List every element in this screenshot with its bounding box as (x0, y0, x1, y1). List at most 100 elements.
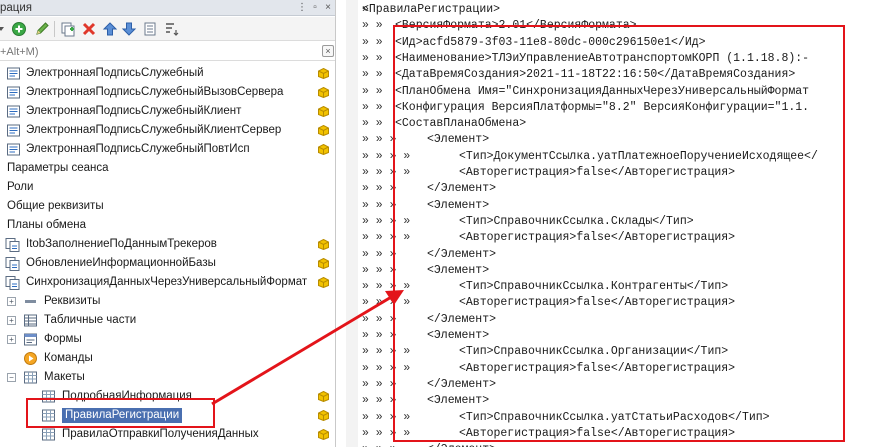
expand-icon[interactable]: + (7, 316, 16, 325)
code-line: <Тип>ДокументСсылка.уатПлатежноеПоручени… (459, 149, 818, 163)
code-line: <Авторегистрация>false</Авторегистрация> (459, 361, 736, 375)
attributes-icon (23, 294, 38, 309)
indent-marker: » » » » (362, 426, 411, 440)
template-icon (41, 408, 56, 423)
code-line: <Элемент> (427, 133, 490, 147)
code-line: <Элемент> (427, 263, 490, 277)
support-cube-icon (318, 125, 329, 136)
indent-marker: » » » » (362, 361, 411, 375)
move-down-icon[interactable] (120, 20, 138, 38)
code-line: <Конфигурация ВерсияПлатформы="8.2" Верс… (395, 100, 810, 114)
module-icon (6, 85, 21, 100)
editor-gutter (346, 0, 358, 447)
tree-item[interactable]: Команды (0, 349, 335, 368)
indent-marker: » » » » (362, 296, 411, 310)
support-cube-icon (318, 144, 329, 155)
panel-close-icon[interactable]: × (322, 2, 334, 14)
code-line: <Авторегистрация>false</Авторегистрация> (459, 296, 736, 310)
tree-item[interactable]: + Табличные части (0, 311, 335, 330)
tree-item-label: Общие реквизиты (7, 200, 104, 212)
code-line: <ПланОбмена Имя="СинхронизацияДанныхЧере… (395, 84, 810, 98)
support-cube-icon (318, 277, 329, 288)
tree-item[interactable]: Общие реквизиты (0, 197, 335, 216)
tree-item-label: Формы (44, 333, 82, 345)
indent-marker: » » » » (362, 410, 411, 424)
tree-item[interactable]: ЭлектроннаяПодписьСлужебныйКлиент (0, 102, 335, 121)
tree-item[interactable]: + Формы (0, 330, 335, 349)
tree-item[interactable]: Планы обмена (0, 216, 335, 235)
search-clear-icon[interactable]: × (322, 45, 334, 57)
support-cube-icon (318, 429, 329, 440)
code-line: </Элемент> (427, 377, 497, 391)
panel-title: рация (0, 2, 33, 14)
code-line: <Элемент> (427, 329, 490, 342)
exchange-plan-icon (5, 256, 20, 271)
tree-item[interactable]: + Реквизиты (0, 292, 335, 311)
indent-marker: » » » (362, 247, 397, 261)
code-line: <Авторегистрация>false</Авторегистрация> (459, 166, 736, 179)
tree-item[interactable]: ОбновлениеИнформационнойБазы (0, 254, 335, 273)
tree-item[interactable]: ЭлектроннаяПодписьСлужебныйКлиентСервер (0, 121, 335, 140)
indent-marker: » » (362, 84, 383, 98)
tree-item[interactable]: Параметры сеанса (0, 159, 335, 178)
indent-marker: » » (362, 35, 383, 49)
tree-item-label: Роли (7, 181, 34, 193)
indent-marker: » » » » (362, 166, 411, 179)
tree-item-label: ЭлектроннаяПодписьСлужебныйПовтИсп (26, 143, 250, 155)
code-line: <Наименование>ТЛЭиУправлениеАвтотранспор… (395, 51, 810, 65)
panel-menu-icon[interactable]: ⋮ (296, 2, 308, 14)
indent-marker: » » » (362, 182, 397, 196)
copy-icon[interactable] (59, 20, 77, 38)
tree-item[interactable]: ЭлектроннаяПодписьСлужебныйВызовСервера (0, 83, 335, 102)
template-icon (41, 427, 56, 442)
indent-marker: » » » » (362, 231, 411, 245)
panel-maximize-icon[interactable]: ▫ (309, 2, 321, 14)
tree-item[interactable]: ЭлектроннаяПодписьСлужебныйПовтИсп (0, 140, 335, 159)
indent-marker: » » » (362, 133, 397, 147)
module-icon (6, 104, 21, 119)
tree-item[interactable]: ЭлектроннаяПодписьСлужебный (0, 64, 335, 83)
sort-icon[interactable] (162, 20, 180, 38)
support-cube-icon (318, 68, 329, 79)
move-up-icon[interactable] (101, 20, 119, 38)
tree-item[interactable]: ПравилаОтправкиПолученияДанных (0, 425, 335, 444)
tree-item[interactable]: Роли (0, 178, 335, 197)
indent-marker: » » (362, 117, 383, 131)
delete-icon[interactable] (80, 20, 98, 38)
template-code-editor[interactable]: » <ПравилаРегистрации>» » <ВерсияФормата>2… (346, 0, 870, 447)
tree-item[interactable]: СинхронизацияДанныхЧерезУниверсальныйФор… (0, 273, 335, 292)
tree-toolbar (0, 17, 335, 41)
list-icon[interactable] (141, 20, 159, 38)
tree-item-label: Параметры сеанса (7, 162, 109, 174)
tree-item[interactable]: ItobЗаполнениеПоДаннымТрекеров (0, 235, 335, 254)
edit-pencil-icon[interactable] (33, 20, 51, 38)
code-line: <Тип>СправочникСсылка.уатСтатьиРасходов<… (459, 410, 770, 424)
tree-item-label: ПодробнаяИнформация (62, 390, 192, 402)
indent-marker: » » (362, 68, 383, 82)
command-icon (23, 351, 38, 366)
code-line: <Тип>СправочникСсылка.Контрагенты</Тип> (459, 280, 729, 294)
tree-scrollbar[interactable] (331, 62, 335, 447)
tree-item-selected[interactable]: ПравилаРегистрации (0, 406, 335, 425)
tree-item-label: Планы обмена (7, 219, 86, 231)
indent-marker: » » » (362, 329, 397, 342)
code-line: </Элемент> (427, 182, 497, 196)
support-cube-icon (318, 410, 329, 421)
expand-icon[interactable]: + (7, 297, 16, 306)
code-line: <ВерсияФормата>2.01</ВерсияФормата> (395, 19, 637, 33)
indent-marker: » » » » (362, 214, 411, 228)
module-icon (6, 123, 21, 138)
tree-item[interactable]: ПодробнаяИнформация (0, 387, 335, 406)
tree-search-input[interactable] (0, 44, 318, 59)
indent-marker: » » » » (362, 280, 411, 294)
expand-icon[interactable]: + (7, 335, 16, 344)
tree-item-label: Макеты (44, 371, 85, 383)
collapse-icon[interactable]: − (7, 373, 16, 382)
exchange-plan-icon (5, 275, 20, 290)
tree-item[interactable]: − Макеты (0, 368, 335, 387)
form-icon (23, 332, 38, 347)
tree-item-label: ЭлектроннаяПодписьСлужебныйВызовСервера (26, 86, 284, 98)
support-cube-icon (318, 87, 329, 98)
code-line: <ДатаВремяСоздания>2021-11-18T22:16:50</… (395, 68, 796, 82)
add-green-icon[interactable] (10, 20, 28, 38)
